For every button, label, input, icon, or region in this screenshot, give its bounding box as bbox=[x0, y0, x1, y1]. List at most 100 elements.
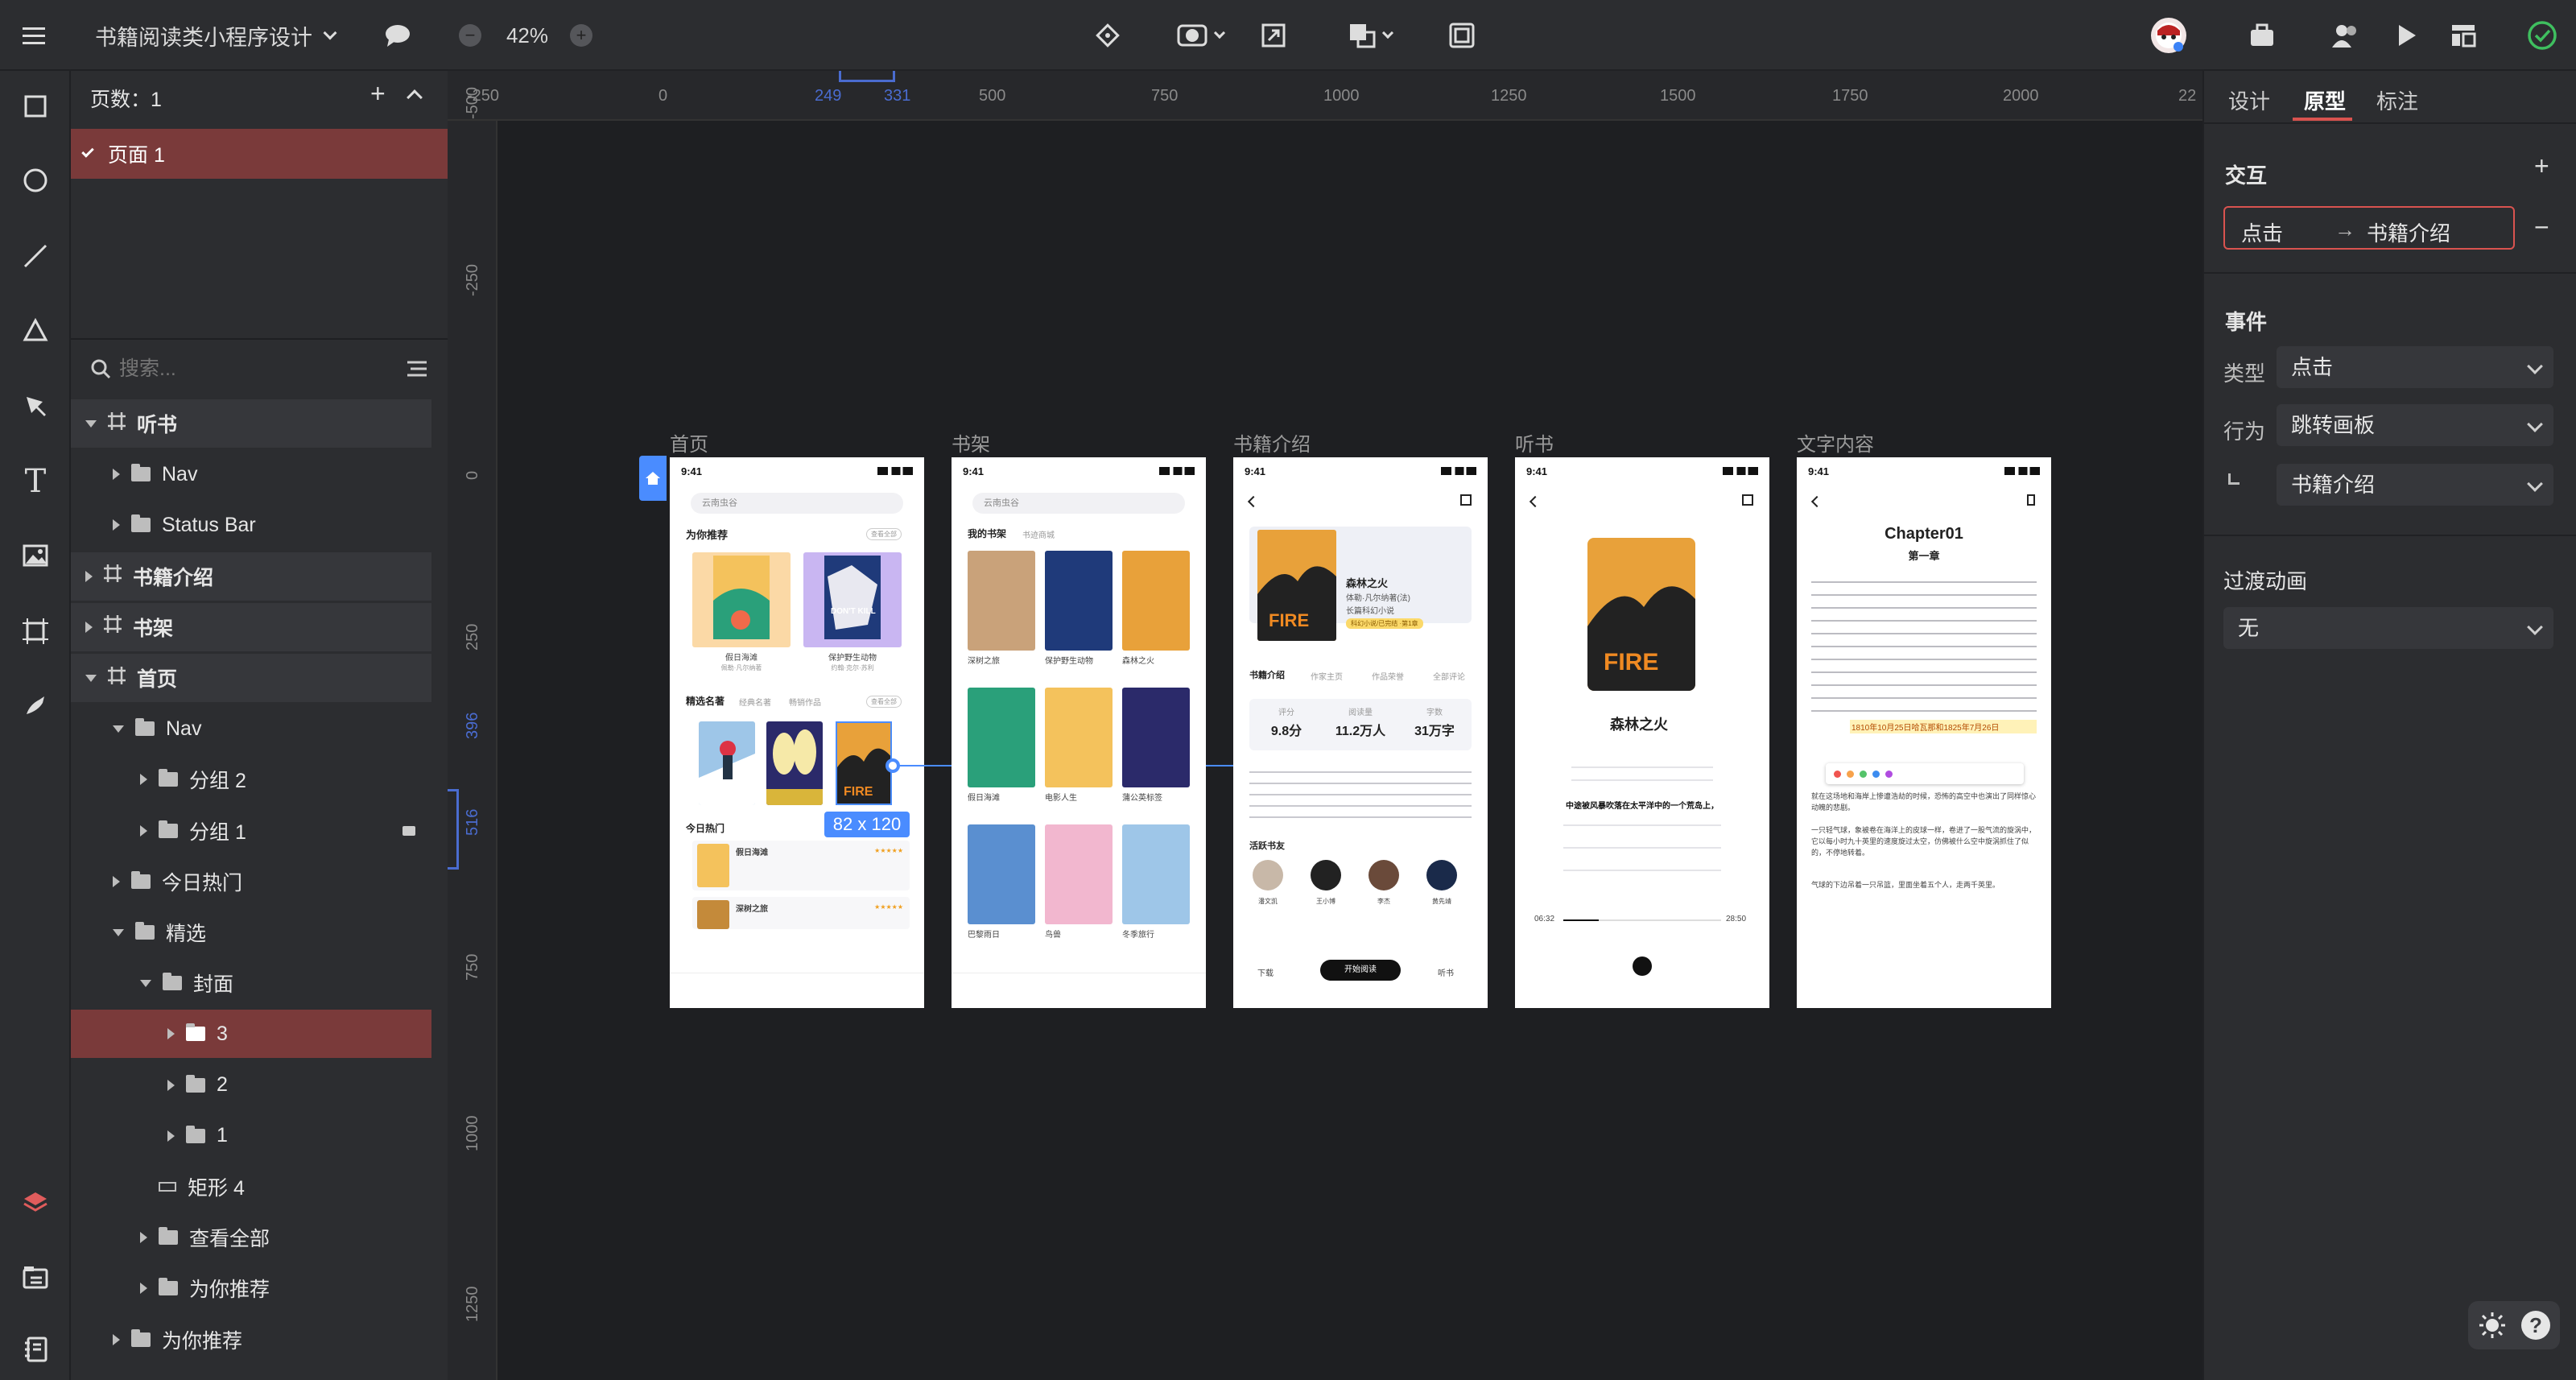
layer-item[interactable]: Nav bbox=[71, 704, 431, 753]
rectangle-tool-icon[interactable] bbox=[14, 85, 56, 127]
layer-item[interactable]: 1 bbox=[71, 1112, 431, 1160]
brush-tool-icon[interactable] bbox=[14, 684, 56, 726]
collapsed-caret-icon[interactable] bbox=[167, 1130, 175, 1142]
artboard-shelf[interactable]: 9:41 云南虫谷 我的书架 书迹商城 深树之旅 保护野生动物 森林之火 假日海滩 电影… bbox=[952, 457, 1206, 1008]
layer-item[interactable]: Status Bar bbox=[71, 501, 431, 549]
artboard-listen[interactable]: 9:41 FIRE 森林之火 中途被风暴吹落在太平洋中的一个荒岛上， 06:32… bbox=[1515, 457, 1769, 1008]
artboard-text[interactable]: 9:41 Chapter01 第一章 1810年10月25日哈瓦那和1825年7… bbox=[1797, 457, 2051, 1008]
artboard-label-intro[interactable]: 书籍介绍 bbox=[1233, 428, 1311, 457]
collapsed-caret-icon[interactable] bbox=[167, 1028, 175, 1040]
theme-sun-icon[interactable] bbox=[2479, 1312, 2505, 1338]
ellipse-tool-icon[interactable] bbox=[14, 159, 56, 201]
layer-item[interactable]: 为你推荐 bbox=[71, 1316, 431, 1364]
artboard-label-home[interactable]: 首页 bbox=[670, 428, 708, 457]
collapsed-caret-icon[interactable] bbox=[113, 469, 120, 481]
collapsed-caret-icon[interactable] bbox=[140, 824, 147, 837]
image-tool-icon[interactable] bbox=[14, 535, 56, 576]
remove-interaction-button[interactable]: − bbox=[2534, 213, 2549, 242]
tab-prototype[interactable]: 原型 bbox=[2304, 85, 2346, 115]
avatar[interactable] bbox=[2151, 18, 2186, 53]
arrow-right-icon: → bbox=[2334, 217, 2355, 242]
collapsed-caret-icon[interactable] bbox=[113, 519, 120, 531]
collapsed-caret-icon[interactable] bbox=[140, 1283, 147, 1295]
layer-item[interactable]: 今日热门 bbox=[71, 857, 431, 906]
expanded-caret-icon[interactable] bbox=[113, 928, 124, 936]
link-start-dot[interactable] bbox=[886, 758, 900, 773]
comment-icon[interactable] bbox=[383, 21, 412, 50]
tab-design[interactable]: 设计 bbox=[2228, 85, 2270, 115]
filter-icon[interactable] bbox=[406, 360, 428, 378]
layer-item[interactable]: 分组 2 bbox=[71, 755, 431, 804]
play-icon[interactable] bbox=[2391, 19, 2423, 52]
transition-select[interactable]: 无 bbox=[2223, 607, 2553, 649]
layer-frame[interactable]: 首页 bbox=[71, 654, 431, 702]
collapse-pages-icon[interactable] bbox=[407, 89, 423, 105]
layer-frame[interactable]: 听书 bbox=[71, 399, 431, 448]
status-signal-icon bbox=[1441, 467, 1476, 475]
lock-icon[interactable] bbox=[402, 825, 415, 836]
expanded-caret-icon[interactable] bbox=[85, 419, 97, 428]
toolbox-icon[interactable] bbox=[2246, 19, 2278, 52]
layer-item[interactable]: 查看全部 bbox=[71, 1213, 431, 1262]
text-tool-icon[interactable]: T bbox=[14, 461, 56, 502]
layout-icon[interactable] bbox=[2447, 19, 2479, 52]
layer-item[interactable]: 分组 1 bbox=[71, 807, 431, 855]
frame-icon[interactable] bbox=[1446, 19, 1478, 52]
interaction-item[interactable]: 点击 → 书籍介绍 bbox=[2223, 206, 2515, 250]
triangle-tool-icon[interactable] bbox=[14, 309, 56, 351]
collapsed-caret-icon[interactable] bbox=[140, 1232, 147, 1244]
layer-item[interactable]: 3 bbox=[71, 1010, 431, 1059]
layer-item[interactable]: Nav bbox=[71, 450, 431, 498]
type-select[interactable]: 点击 bbox=[2277, 346, 2553, 388]
collapsed-caret-icon[interactable] bbox=[167, 1079, 175, 1091]
tab-annotate[interactable]: 标注 bbox=[2376, 85, 2418, 115]
notes-icon[interactable] bbox=[14, 1328, 56, 1370]
layer-item[interactable]: 2 bbox=[71, 1061, 431, 1109]
resize-icon[interactable] bbox=[1257, 19, 1290, 52]
text-highlight-dates: 1810年10月25日哈瓦那和1825年7月26日 bbox=[1850, 720, 2037, 733]
zoom-level[interactable]: 42% bbox=[499, 21, 555, 50]
layer-item[interactable]: 精选 bbox=[71, 908, 431, 956]
artboard-label-listen[interactable]: 听书 bbox=[1515, 428, 1554, 457]
page-item-active[interactable]: 页面 1 bbox=[71, 129, 448, 179]
zoom-out-button[interactable]: − bbox=[459, 24, 481, 47]
layer-search[interactable] bbox=[90, 351, 428, 386]
artboard-label-shelf[interactable]: 书架 bbox=[952, 428, 990, 457]
check-circle-icon[interactable] bbox=[2524, 18, 2560, 53]
file-title[interactable]: 书籍阅读类小程序设计 bbox=[95, 19, 337, 52]
menu-icon[interactable] bbox=[21, 23, 47, 48]
mask-icon[interactable] bbox=[1174, 19, 1227, 52]
line-tool-icon[interactable] bbox=[14, 235, 56, 277]
component-icon[interactable] bbox=[1092, 19, 1124, 52]
collapsed-caret-icon[interactable] bbox=[113, 875, 120, 887]
collapsed-caret-icon[interactable] bbox=[113, 1333, 120, 1345]
action-select[interactable]: 跳转画板 bbox=[2277, 404, 2553, 446]
boolean-icon[interactable] bbox=[1340, 19, 1401, 52]
layer-frame[interactable]: 书架 bbox=[71, 602, 431, 651]
team-icon[interactable] bbox=[2330, 19, 2362, 52]
collapsed-caret-icon[interactable] bbox=[85, 621, 93, 633]
canvas[interactable]: -250 0 249 331 500 750 1000 1250 1500 1750 2000 22 … bbox=[448, 71, 2202, 1380]
layer-item[interactable]: 矩形 4 bbox=[71, 1163, 431, 1211]
assets-icon[interactable] bbox=[14, 1256, 56, 1298]
expanded-caret-icon[interactable] bbox=[113, 725, 124, 733]
collapsed-caret-icon[interactable] bbox=[140, 774, 147, 786]
help-icon[interactable]: ? bbox=[2521, 1311, 2550, 1340]
collapsed-caret-icon[interactable] bbox=[85, 570, 93, 582]
artboard-intro[interactable]: 9:41 FIRE 森林之火 体勒·凡尔纳著(法) 长篇科幻小说 科幻小说/已完… bbox=[1233, 457, 1488, 1008]
artboard-label-text[interactable]: 文字内容 bbox=[1797, 428, 1874, 457]
expanded-caret-icon[interactable] bbox=[140, 979, 151, 987]
zoom-in-button[interactable]: + bbox=[570, 24, 592, 47]
layer-item[interactable]: 封面 bbox=[71, 959, 431, 1007]
layer-search-input[interactable] bbox=[119, 357, 377, 381]
selection-box[interactable] bbox=[836, 721, 892, 805]
add-interaction-button[interactable]: + bbox=[2534, 151, 2549, 181]
layers-icon[interactable] bbox=[14, 1182, 56, 1224]
target-select[interactable]: 书籍介绍 bbox=[2277, 464, 2553, 506]
add-page-button[interactable]: + bbox=[370, 79, 386, 109]
artboard-tool-icon[interactable] bbox=[14, 610, 56, 652]
layer-item[interactable]: 为你推荐 bbox=[71, 1264, 431, 1312]
expanded-caret-icon[interactable] bbox=[85, 674, 97, 682]
pen-tool-icon[interactable] bbox=[14, 385, 56, 427]
layer-frame[interactable]: 书籍介绍 bbox=[71, 552, 431, 601]
